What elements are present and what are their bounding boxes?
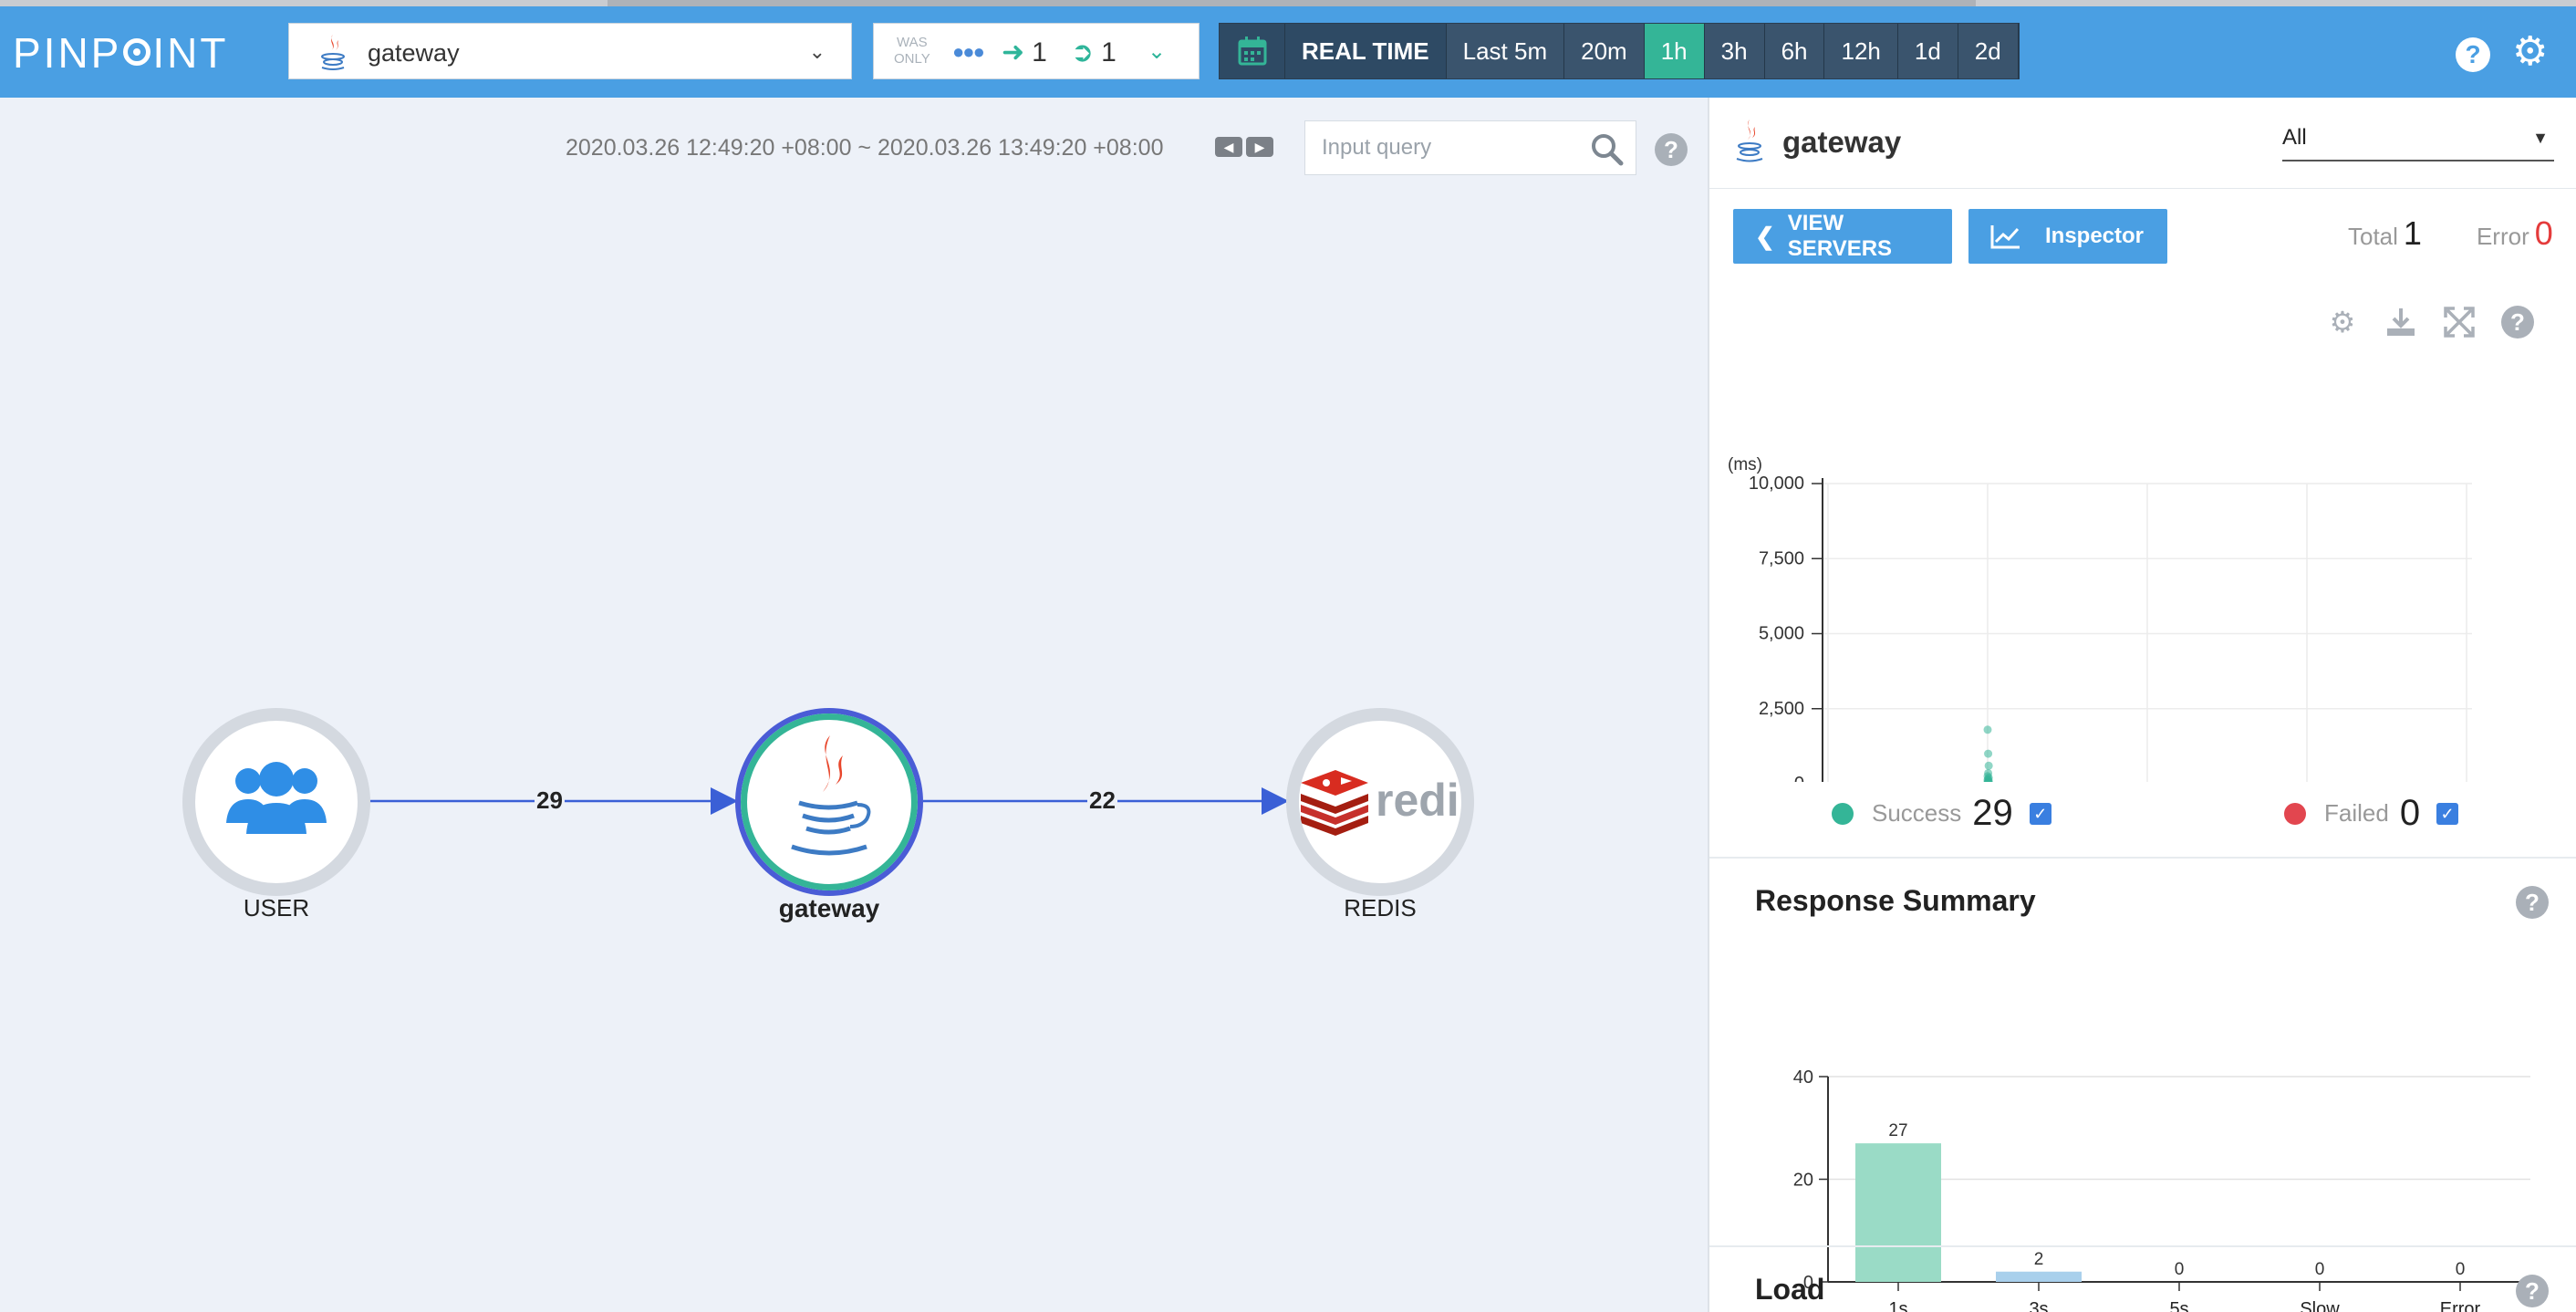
redis-logo-text: redis — [1376, 775, 1474, 826]
scatter-tools: ⚙ ? — [2326, 306, 2534, 338]
load-title: Load — [1755, 1273, 1825, 1306]
period-3h[interactable]: 3h — [1704, 24, 1765, 78]
y-axis-unit: (ms) — [1728, 455, 1762, 474]
scatter-point — [1984, 749, 1993, 758]
legend-success: Success 29 ✓ — [1832, 793, 2051, 834]
response-summary-title: Response Summary — [1755, 884, 2036, 917]
gear-icon[interactable]: ⚙ — [2512, 32, 2548, 72]
period-12h[interactable]: 12h — [1824, 24, 1898, 78]
java-icon — [1736, 120, 1763, 162]
instance-totals: Total 1 Error 0 — [2348, 214, 2553, 252]
edge-count-gateway-redis[interactable]: 22 — [1087, 786, 1117, 815]
help-icon[interactable]: ? — [2516, 1275, 2549, 1307]
node-user[interactable] — [182, 708, 370, 896]
java-icon — [791, 735, 871, 856]
inspector-button[interactable]: Inspector — [1968, 209, 2167, 264]
divider — [1709, 857, 2576, 859]
bar-value-label: 2 — [2034, 1250, 2044, 1269]
chevron-left-icon: ❮ — [1755, 222, 1775, 250]
divider — [1709, 1245, 2576, 1247]
x-tick-label: Slow — [2300, 1299, 2340, 1312]
scatter-point — [1983, 725, 1992, 734]
caret-down-icon: ▼ — [2532, 129, 2549, 147]
response-scatter-chart[interactable]: (ms)10,0007,5005,0002,50002020.03.2612:4… — [1709, 344, 2576, 782]
failed-checkbox[interactable]: ✓ — [2436, 802, 2459, 825]
x-tick-label: 5s — [2169, 1299, 2188, 1312]
users-icon — [226, 762, 327, 834]
y-tick-label: 0 — [1794, 774, 1804, 782]
node-label-redis: REDIS — [1344, 894, 1417, 922]
gear-icon[interactable]: ⚙ — [2326, 306, 2359, 338]
period-1d[interactable]: 1d — [1897, 24, 1958, 78]
error-count: 0 — [2534, 214, 2553, 252]
download-icon[interactable] — [2384, 306, 2417, 338]
period-6h[interactable]: 6h — [1764, 24, 1825, 78]
chart-line-icon — [1990, 225, 2020, 249]
help-icon[interactable]: ? — [2501, 306, 2534, 338]
server-map-edges — [370, 787, 1289, 815]
legend-failed: Failed 0 ✓ — [2284, 793, 2459, 834]
bar-value-label: 0 — [2175, 1260, 2185, 1279]
bar-3s — [1996, 1271, 2082, 1282]
success-count: 29 — [1972, 793, 2013, 833]
y-tick-label: 5,000 — [1759, 624, 1804, 644]
total-count: 1 — [2403, 214, 2422, 252]
scatter-legend: Success 29 ✓ Failed 0 ✓ — [1709, 793, 2576, 838]
panel-title: gateway — [1782, 125, 1902, 159]
node-redis[interactable]: redis — [1286, 708, 1474, 896]
view-servers-button[interactable]: ❮ VIEW SERVERS — [1733, 209, 1952, 264]
x-tick-label: 1s — [1888, 1299, 1907, 1312]
node-label-user: USER — [243, 894, 310, 922]
help-icon[interactable]: ? — [2456, 37, 2490, 72]
x-tick-label: 3s — [2029, 1299, 2048, 1312]
x-tick-label: Error — [2440, 1299, 2481, 1312]
bar-value-label: 0 — [2315, 1260, 2325, 1279]
agent-select[interactable]: All ▼ — [2282, 125, 2554, 161]
expand-icon[interactable] — [2443, 306, 2476, 338]
node-gateway[interactable] — [735, 708, 923, 896]
scatter-point — [1984, 761, 1993, 770]
period-2d[interactable]: 2d — [1958, 24, 2019, 78]
bar-value-label: 0 — [2456, 1260, 2466, 1279]
info-panel: gateway All ▼ ❮ VIEW SERVERS Inspector T… — [1708, 98, 2576, 1312]
response-summary-chart[interactable]: 40200271s23s05s0Slow0Error — [1709, 1046, 2576, 1312]
y-tick-label: 2,500 — [1759, 699, 1804, 719]
success-dot — [1832, 802, 1854, 825]
help-icon[interactable]: ? — [2516, 886, 2549, 919]
node-label-gateway: gateway — [778, 894, 880, 922]
y-tick-label: 10,000 — [1749, 474, 1804, 494]
bar-1s — [1855, 1143, 1941, 1282]
y-tick-label: 40 — [1793, 1067, 1813, 1088]
failed-dot — [2284, 802, 2306, 825]
bar-value-label: 27 — [1888, 1121, 1907, 1140]
failed-count: 0 — [2399, 793, 2421, 833]
y-tick-label: 20 — [1793, 1171, 1813, 1191]
edge-count-user-gateway[interactable]: 29 — [535, 786, 565, 815]
y-tick-label: 7,500 — [1759, 548, 1804, 568]
success-checkbox[interactable]: ✓ — [2029, 802, 2051, 825]
panel-header: gateway All ▼ — [1709, 98, 2576, 189]
